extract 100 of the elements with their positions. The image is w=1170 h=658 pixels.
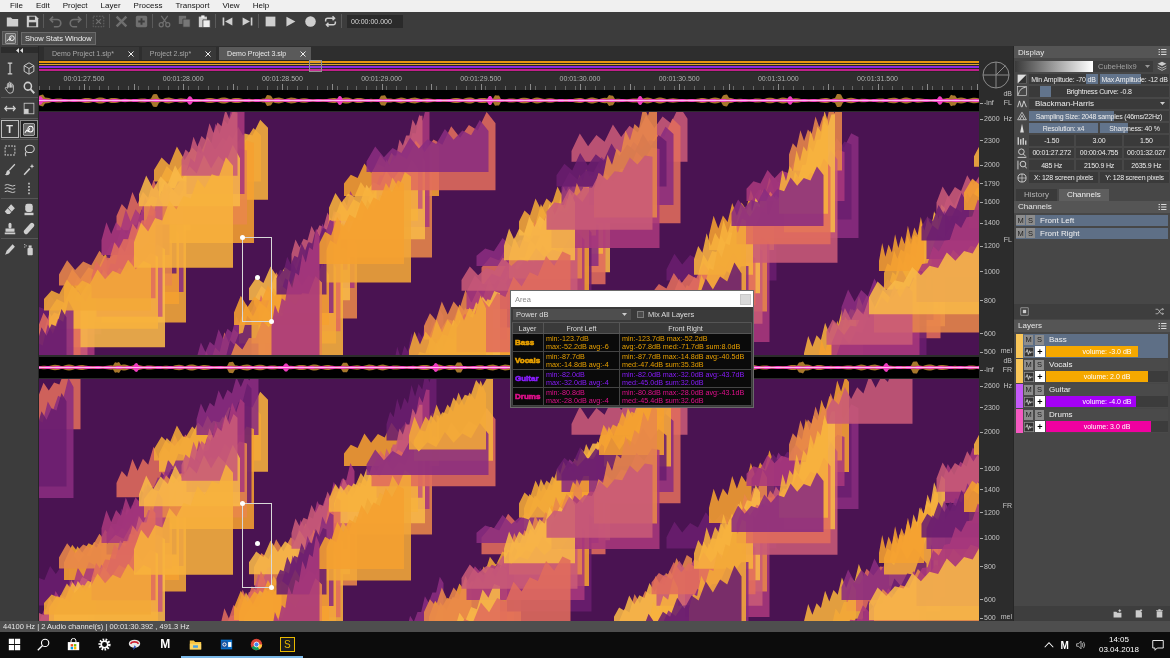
waveform-tile-icon[interactable]	[1024, 371, 1034, 382]
app-button[interactable]: S	[272, 632, 303, 658]
dropdown[interactable]: Blackman-Harris	[1029, 98, 1169, 109]
add-button[interactable]: +	[1035, 396, 1045, 408]
menu-item[interactable]: View	[222, 1, 240, 11]
layers-stack-icon[interactable]	[1157, 61, 1167, 71]
curve-square-icon[interactable]	[1017, 86, 1027, 97]
menu-item[interactable]: Process	[133, 1, 163, 11]
hand-icon	[3, 80, 16, 94]
triangle-icon[interactable]	[1017, 111, 1027, 122]
stats-tool[interactable]	[19, 120, 38, 138]
stats-button[interactable]	[2, 31, 18, 45]
menu-icon[interactable]	[1158, 202, 1167, 211]
selection-handle[interactable]	[240, 235, 245, 240]
table-cell: Drums	[515, 392, 541, 401]
redo-icon	[68, 14, 82, 28]
record-icon	[303, 14, 317, 28]
undo-icon	[48, 14, 62, 28]
table-cell: Vocals	[515, 356, 541, 365]
lasso-icon	[22, 143, 35, 157]
add-button[interactable]: +	[1035, 421, 1045, 433]
clock-time[interactable]: 14:05	[1108, 635, 1129, 645]
trash-icon[interactable]	[1155, 609, 1164, 618]
bars-icon[interactable]	[1017, 135, 1027, 146]
speaker-icon[interactable]	[1075, 640, 1086, 650]
cross-icon	[114, 14, 128, 28]
panel-title: Layers	[1018, 321, 1042, 331]
folder-icon	[189, 637, 203, 651]
save-button[interactable]	[24, 13, 40, 29]
selection-rectangle[interactable]	[242, 503, 272, 588]
chart-magnifier-icon	[22, 122, 35, 136]
waveform-tile-icon[interactable]	[1024, 396, 1034, 407]
menu-item[interactable]: Transport	[175, 1, 210, 11]
add-button[interactable]: +	[1035, 371, 1045, 383]
selection-handle[interactable]	[240, 501, 245, 506]
loop-icon	[323, 14, 337, 28]
magnifier-bar-icon[interactable]	[1017, 160, 1027, 171]
table-cell: Guitar	[515, 374, 539, 383]
spike-icon[interactable]	[1017, 123, 1027, 134]
waveform-tile-icon[interactable]	[1024, 421, 1034, 432]
panel-title: Channels	[1018, 202, 1052, 212]
ramp-square-icon[interactable]	[1017, 74, 1027, 85]
selection-rectangle[interactable]	[242, 237, 272, 322]
channel-name: Front Left	[1039, 215, 1075, 225]
panel-tab[interactable]: Channels	[1058, 188, 1109, 201]
selection-handle[interactable]	[255, 541, 260, 546]
chevron-up-icon[interactable]	[1043, 642, 1054, 648]
plus-square-icon	[134, 14, 148, 28]
record-button[interactable]	[302, 13, 318, 29]
menu-item[interactable]: Layer	[100, 1, 121, 11]
text-tool[interactable]: T	[0, 120, 19, 138]
tray-app-button[interactable]: M	[1060, 639, 1069, 651]
brush-icon	[3, 162, 16, 176]
add-button[interactable]: +	[1035, 346, 1045, 358]
spray-can-icon	[22, 242, 35, 256]
new-page-icon[interactable]	[1134, 609, 1143, 618]
double-triangle-left-icon	[15, 47, 23, 53]
checkbox[interactable]	[637, 311, 644, 318]
slider-thumb[interactable]	[1040, 86, 1052, 97]
close-icon[interactable]	[127, 50, 134, 57]
swirl-icon	[128, 637, 142, 651]
panel-tab[interactable]: History	[1016, 188, 1057, 201]
menu-icon[interactable]	[1158, 321, 1167, 330]
magic-wand-icon	[22, 162, 35, 176]
viewport-handle[interactable]	[309, 60, 322, 72]
paste-button[interactable]	[196, 13, 212, 29]
wavy-lines-icon	[3, 181, 16, 195]
new-folder-icon[interactable]	[1113, 609, 1122, 618]
folder-icon	[5, 14, 19, 28]
clock-date[interactable]: 03.04.2018	[1098, 645, 1139, 655]
selection-handle[interactable]	[269, 585, 274, 590]
app-button[interactable]: M	[150, 632, 181, 658]
scissors-icon	[157, 14, 171, 28]
collapse-bar[interactable]	[0, 47, 38, 53]
circle-logo-icon	[250, 637, 264, 651]
app-logo: M	[160, 637, 171, 651]
crosshair-circle-icon[interactable]	[1017, 172, 1027, 183]
loop-button[interactable]	[322, 13, 338, 29]
menu-item[interactable]: File	[10, 1, 23, 11]
notification-icon[interactable]	[1152, 639, 1164, 651]
eraser-icon	[3, 202, 16, 216]
caret-icon	[622, 313, 627, 316]
close-icon[interactable]	[300, 50, 307, 57]
menu-item[interactable]: Project	[62, 1, 88, 11]
close-icon[interactable]	[205, 50, 212, 57]
waveform-tile-icon[interactable]	[1024, 346, 1034, 357]
navigator-icon	[982, 61, 1010, 89]
chart-magnifier-icon	[4, 32, 16, 44]
menu-item[interactable]: Help	[252, 1, 270, 11]
table-cell: Bass	[515, 338, 535, 347]
selection-handle[interactable]	[269, 319, 274, 324]
peaks-icon[interactable]	[1017, 98, 1027, 109]
square-in-square-icon[interactable]	[1020, 306, 1029, 316]
panel-title: Display	[1018, 47, 1045, 57]
copy-icon	[177, 14, 191, 28]
shopping-bag-icon	[67, 637, 81, 651]
selection-handle[interactable]	[255, 275, 260, 280]
shuffle-icon[interactable]	[1155, 306, 1164, 316]
menu-icon[interactable]	[1158, 48, 1167, 56]
menu-item[interactable]: Edit	[35, 1, 50, 11]
